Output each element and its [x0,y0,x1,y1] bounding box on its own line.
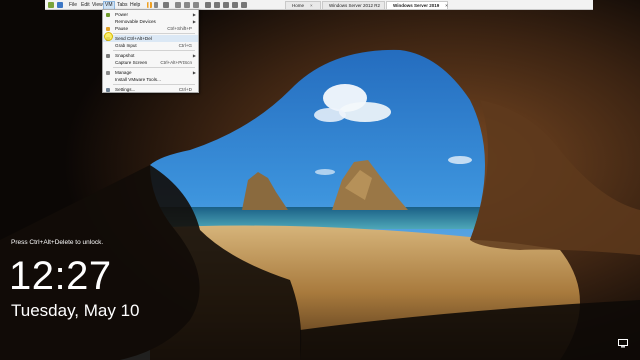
menu-item-capture-screen[interactable]: Capture Screen Ctrl+Alt+PrtScn [103,59,198,66]
menu-item-label: Removable Devices [115,19,156,24]
dropdown-icon[interactable] [154,1,158,8]
tab-label: Windows Server 2012 R2 [329,3,381,8]
menu-item-label: Send Ctrl+Alt+Del [115,36,152,41]
submenu-arrow-icon: ▶ [192,70,196,75]
lock-screen-date: Tuesday, May 10 [11,301,140,320]
menu-tabs[interactable]: Tabs [116,1,129,9]
menu-shortcut: Ctrl+Shift+P [167,26,192,31]
fullscreen-icon[interactable] [223,1,229,8]
menu-item-send-ctrl-alt-del[interactable]: Send Ctrl+Alt+Del [103,35,198,42]
menu-shortcut: Ctrl+Alt+PrtScn [160,60,192,65]
tab-windows-server-2019[interactable]: Windows Server 2019 × [386,1,448,9]
thumbnail-icon[interactable] [214,1,220,8]
revert-snapshot-icon[interactable] [184,1,190,8]
tab-label: Home [292,3,305,8]
tab-label: Windows Server 2019 [393,3,440,8]
menu-item-power[interactable]: Power ▶ [103,11,198,18]
submenu-arrow-icon: ▶ [192,19,196,24]
lock-screen-time: 12:27 [9,254,112,298]
menu-item-label: Pause [115,26,129,31]
power-icon [106,12,110,17]
menu-file[interactable]: File [68,1,78,9]
unlock-hint: Press Ctrl+Alt+Delete to unlock. [11,239,104,246]
menu-item-label: Power [115,12,129,17]
menu-item-label: Manage [115,70,132,75]
snapshot-icon[interactable] [175,1,181,8]
menu-edit[interactable]: Edit [80,1,91,9]
menu-item-snapshot[interactable]: Snapshot ▶ [103,52,198,59]
menu-shortcut: Ctrl+D [178,87,192,92]
menu-help[interactable]: Help [129,1,141,9]
menu-item-removable-devices[interactable]: Removable Devices ▶ [103,18,198,25]
menu-item-label: Snapshot [115,53,135,58]
settings-icon [106,87,110,92]
menu-item-manage[interactable]: Manage ▶ [103,69,198,76]
vmware-logo-icon [48,1,54,8]
send-keys-icon[interactable] [163,1,169,8]
menu-item-install-vmware-tools[interactable]: Install VMware Tools... [103,76,198,83]
menu-divider [113,50,195,51]
display-icon[interactable] [618,339,628,348]
mouse-cursor-highlight [104,32,113,41]
tab-home[interactable]: Home × [285,1,321,9]
menu-item-settings[interactable]: Settings... Ctrl+D [103,86,198,93]
menu-item-label: Grab Input [115,43,137,48]
menu-item-label: Install VMware Tools... [115,77,161,82]
snapshot-icon [106,53,110,58]
menu-divider [113,84,195,85]
pause-vm-icon[interactable] [147,1,152,8]
menu-view[interactable]: View [91,1,104,9]
menu-divider [113,67,195,68]
menu-item-pause[interactable]: Pause Ctrl+Shift+P [103,25,198,32]
close-icon[interactable]: × [445,3,448,8]
console-view-icon[interactable] [241,1,247,8]
submenu-arrow-icon: ▶ [192,12,196,17]
snapshot-manager-icon[interactable] [193,1,199,8]
menu-divider [113,33,195,34]
tab-windows-server-2012[interactable]: Windows Server 2012 R2× [322,1,389,9]
vmware-app-icon [57,1,63,8]
sidebar-toggle-icon[interactable] [205,1,211,8]
manage-icon [106,70,110,75]
submenu-arrow-icon: ▶ [192,53,196,58]
pause-icon [106,26,110,31]
menu-item-label: Settings... [115,87,136,92]
unity-icon[interactable] [232,1,238,8]
vm-menu-dropdown: Power ▶ Removable Devices ▶ Pause Ctrl+S… [102,9,199,93]
menu-item-label: Capture Screen [115,60,148,65]
menu-item-grab-input[interactable]: Grab Input Ctrl+G [103,42,198,49]
menu-shortcut: Ctrl+G [178,43,192,48]
close-icon[interactable]: × [310,3,313,8]
